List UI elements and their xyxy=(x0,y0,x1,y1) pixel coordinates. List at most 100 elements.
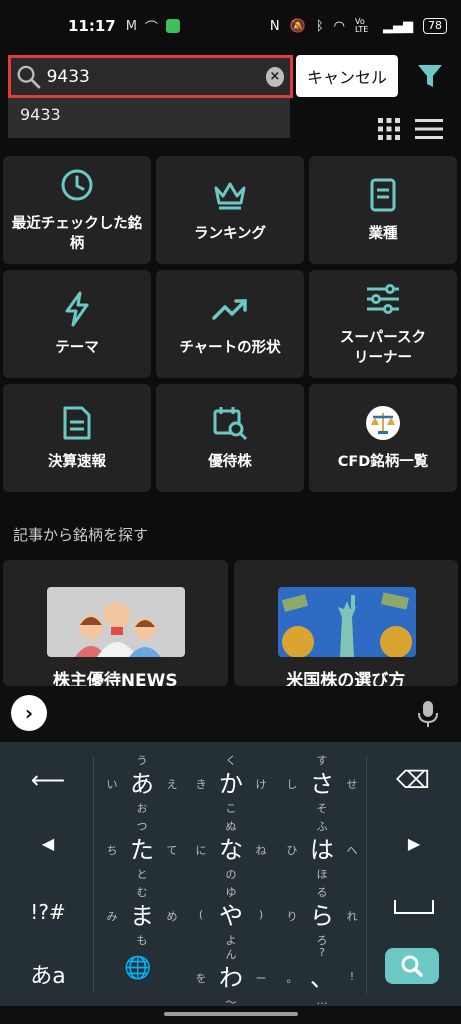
flick-center: ら xyxy=(310,902,334,930)
cursor-left-icon[interactable]: ◀ xyxy=(30,834,66,853)
tile-super-screener[interactable]: スーパースクリーナー xyxy=(309,270,457,378)
search-bar[interactable]: × xyxy=(8,55,293,98)
flick-right: へ xyxy=(346,844,358,857)
flick-center: さ xyxy=(310,770,334,798)
navigation-bar xyxy=(0,1006,461,1024)
list-view-icon[interactable] xyxy=(415,117,443,141)
status-bar: 11:17 M ⌒ N 🔕 ᛒ ◠ Vo LTE ▂▄▆ 78 xyxy=(0,0,461,52)
key-ma[interactable]: む み ま め も xyxy=(97,884,187,948)
flick-up: ? xyxy=(319,946,325,959)
flick-right: ー xyxy=(255,972,267,985)
key-na[interactable]: ぬ に な ね の xyxy=(186,818,276,882)
flick-up: つ xyxy=(136,820,148,833)
cursor-right-icon[interactable]: ▶ xyxy=(396,834,432,853)
tile-ranking[interactable]: ランキング xyxy=(156,156,304,264)
kana-alpha-key[interactable]: あa xyxy=(22,958,74,990)
cancel-button[interactable]: キャンセル xyxy=(296,55,398,97)
key-a[interactable]: う い あ え お xyxy=(97,752,187,816)
flick-center: や xyxy=(219,902,243,930)
flick-center: は xyxy=(310,836,334,864)
flick-left: き xyxy=(195,778,207,791)
liberty-illustration xyxy=(277,587,416,657)
calendar-search-icon xyxy=(213,407,248,441)
volte-label: Vo LTE xyxy=(355,17,369,34)
key-ya[interactable]: ゆ ( や ) よ xyxy=(186,884,276,948)
flick-left: ち xyxy=(106,844,118,857)
key-ta[interactable]: つ ち た て と xyxy=(97,818,187,882)
article-list: 株主優待NEWS 米国株の選び方 xyxy=(3,560,458,686)
flick-center: た xyxy=(130,836,154,864)
tile-label: 決算速報 xyxy=(48,454,106,470)
article-title: 米国株の選び方 xyxy=(286,671,406,686)
flick-right: て xyxy=(166,844,178,857)
flick-left: に xyxy=(195,844,207,857)
backspace-icon[interactable]: ⌫ xyxy=(388,766,438,794)
mail-icon: M xyxy=(125,18,137,34)
flick-up: ぬ xyxy=(225,820,237,833)
undo-key[interactable]: ⟵ xyxy=(20,766,76,794)
shield-icon xyxy=(165,19,180,33)
document-icon xyxy=(370,178,396,212)
crown-icon xyxy=(214,182,246,210)
globe-icon[interactable]: 🌐 xyxy=(118,956,158,981)
flick-left: み xyxy=(106,910,118,923)
tile-benefits[interactable]: 優待株 xyxy=(156,384,304,492)
flick-up: す xyxy=(316,754,328,767)
flick-up: ふ xyxy=(316,820,328,833)
section-heading: 記事から銘柄を探す xyxy=(13,526,149,544)
trend-up-icon xyxy=(212,299,247,320)
flick-left: ( xyxy=(198,908,204,921)
article-card[interactable]: 米国株の選び方 xyxy=(233,560,458,686)
home-indicator[interactable] xyxy=(164,1012,298,1016)
tile-earnings[interactable]: 決算速報 xyxy=(3,384,151,492)
flick-left: を xyxy=(195,972,207,985)
grid-view-icon[interactable] xyxy=(377,117,401,141)
search-input[interactable] xyxy=(42,66,266,87)
symbol-key[interactable]: !?# xyxy=(22,900,74,924)
flick-down: と xyxy=(136,868,148,881)
tile-cfd-list[interactable]: CFD銘柄一覧 xyxy=(309,384,457,492)
flick-right: ね xyxy=(255,844,267,857)
tile-label: CFD銘柄一覧 xyxy=(337,454,429,470)
flick-center: わ xyxy=(219,964,243,992)
flick-down: そ xyxy=(316,802,328,815)
search-suggestion[interactable]: 9433 xyxy=(8,98,290,138)
tile-label: テーマ xyxy=(55,340,99,356)
key-ka[interactable]: く き か け こ xyxy=(186,752,276,816)
key-ha[interactable]: ふ ひ は へ ほ xyxy=(277,818,367,882)
flick-left: い xyxy=(106,778,118,791)
flick-left: し xyxy=(286,778,298,791)
clock-icon xyxy=(61,169,93,201)
search-icon xyxy=(401,955,423,977)
flick-down: も xyxy=(136,934,148,947)
flick-center: あ xyxy=(130,770,154,798)
key-punctuation[interactable]: ? 。 、 ! … xyxy=(277,946,367,1010)
flick-right: え xyxy=(166,778,178,791)
flick-left: り xyxy=(286,910,298,923)
microphone-icon[interactable] xyxy=(417,700,439,728)
search-key[interactable] xyxy=(385,948,439,984)
article-card[interactable]: 株主優待NEWS xyxy=(3,560,228,686)
mute-icon: 🔕 xyxy=(289,18,306,34)
space-icon[interactable] xyxy=(394,900,434,914)
flick-right: れ xyxy=(346,910,358,923)
flick-up: む xyxy=(136,886,148,899)
flick-up: ゆ xyxy=(225,886,237,899)
tile-industry[interactable]: 業種 xyxy=(309,156,457,264)
category-tiles: 最近チェックした銘柄 ランキング 業種 テーマ チャートの形状 スーパースクリー… xyxy=(3,156,458,492)
flick-keyboard: ⟵ う い あ え お く き か け こ す し さ せ そ ⌫ ◀ つ ち … xyxy=(0,742,461,1009)
wifi-icon: ◠ xyxy=(333,18,345,34)
key-sa[interactable]: す し さ せ そ xyxy=(277,752,367,816)
expand-arrow-icon[interactable]: › xyxy=(11,695,47,731)
tile-theme[interactable]: テーマ xyxy=(3,270,151,378)
signal-icon: ▂▄▆ xyxy=(383,18,413,34)
tile-chart-shape[interactable]: チャートの形状 xyxy=(156,270,304,378)
tile-recent[interactable]: 最近チェックした銘柄 xyxy=(3,156,151,264)
key-ra[interactable]: る り ら れ ろ xyxy=(277,884,367,948)
flick-right: ! xyxy=(349,970,355,983)
flick-right: け xyxy=(255,778,267,791)
key-wa[interactable]: ん を わ ー 〜 xyxy=(186,946,276,1010)
bluetooth-icon: ᛒ xyxy=(315,18,324,34)
filter-icon[interactable] xyxy=(416,62,444,90)
clear-icon[interactable]: × xyxy=(265,66,284,87)
